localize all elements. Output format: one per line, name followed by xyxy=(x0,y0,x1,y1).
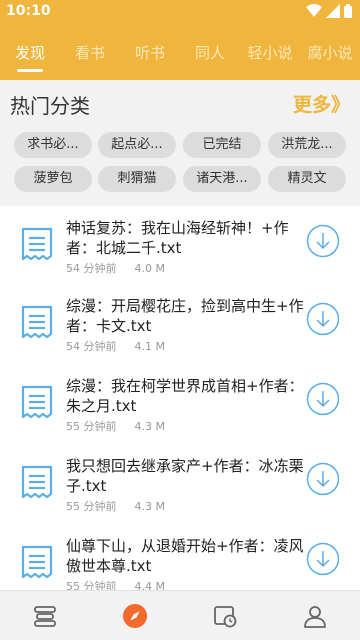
nav-discover[interactable] xyxy=(90,591,180,640)
file-meta: 55 分钟前 4.3 M xyxy=(66,498,183,514)
tab-read[interactable]: 看书 xyxy=(60,24,120,80)
category-chip[interactable]: 刺猬猫 xyxy=(98,166,176,192)
document-icon xyxy=(21,465,53,499)
file-size: 4.4 M xyxy=(134,580,165,590)
document-icon xyxy=(21,227,53,261)
file-time: 55 分钟前 xyxy=(66,500,117,513)
status-icons xyxy=(306,4,352,18)
download-icon[interactable] xyxy=(306,302,340,336)
tab-listen[interactable]: 听书 xyxy=(120,24,180,80)
tab-discover[interactable]: 发现 xyxy=(0,24,60,80)
section-title: 热门分类 xyxy=(10,94,90,118)
list-item[interactable]: 仙尊下山，从退婚开始+作者：凌风傲世本尊.txt 55 分钟前 4.4 M xyxy=(0,524,360,590)
category-chip[interactable]: 起点必... xyxy=(98,132,176,158)
file-size: 4.3 M xyxy=(134,500,165,513)
signal-icon xyxy=(326,4,340,18)
more-button[interactable]: 更多》 xyxy=(293,90,350,117)
nav-bookshelf[interactable] xyxy=(0,591,90,640)
top-tab-bar: 发现 看书 听书 同人 轻小说 腐小说 xyxy=(0,24,360,80)
file-title: 我只想回去继承家产+作者：冰冻栗子.txt xyxy=(66,457,304,495)
list-item[interactable]: 神话复苏：我在山海经斩神！+作者：北城二千.txt 54 分钟前 4.0 M xyxy=(0,206,360,286)
file-title: 综漫：我在柯学世界成首相+作者：朱之月.txt xyxy=(66,377,304,415)
file-meta: 55 分钟前 4.4 M xyxy=(66,578,183,590)
compass-icon xyxy=(123,603,147,628)
history-icon xyxy=(214,605,237,627)
file-meta: 54 分钟前 4.1 M xyxy=(66,338,183,354)
download-icon[interactable] xyxy=(306,462,340,496)
file-title: 仙尊下山，从退婚开始+作者：凌风傲世本尊.txt xyxy=(66,537,304,575)
tab-light-novel[interactable]: 轻小说 xyxy=(240,24,300,80)
status-bar: 10:10 xyxy=(0,0,360,24)
category-chip[interactable]: 洪荒龙... xyxy=(268,132,346,158)
list-item[interactable]: 综漫：我在柯学世界成首相+作者：朱之月.txt 55 分钟前 4.3 M xyxy=(0,364,360,444)
file-list: 神话复苏：我在山海经斩神！+作者：北城二千.txt 54 分钟前 4.0 M 综漫… xyxy=(0,206,360,590)
tab-bl-novel[interactable]: 腐小说 xyxy=(300,24,360,80)
file-meta: 54 分钟前 4.0 M xyxy=(66,260,183,276)
nav-profile[interactable] xyxy=(270,591,360,640)
document-icon xyxy=(21,305,53,339)
file-meta: 55 分钟前 4.3 M xyxy=(66,418,183,434)
tab-fanfic[interactable]: 同人 xyxy=(180,24,240,80)
bottom-nav xyxy=(0,590,360,640)
category-chip[interactable]: 已完结 xyxy=(183,132,261,158)
hot-categories-section: 热门分类 更多》 求书必... 起点必... 已完结 洪荒龙... 菠萝包 刺猬… xyxy=(0,80,360,200)
download-icon[interactable] xyxy=(306,224,340,258)
document-icon xyxy=(21,545,53,579)
category-chip[interactable]: 菠萝包 xyxy=(14,166,92,192)
file-size: 4.0 M xyxy=(134,262,165,275)
category-chip[interactable]: 诸天港... xyxy=(183,166,261,192)
category-chip[interactable]: 求书必... xyxy=(14,132,92,158)
file-time: 55 分钟前 xyxy=(66,420,117,433)
file-title: 神话复苏：我在山海经斩神！+作者：北城二千.txt xyxy=(66,219,289,257)
user-icon xyxy=(304,605,326,628)
bookshelf-icon xyxy=(34,605,56,627)
status-time: 10:10 xyxy=(6,3,51,19)
download-icon[interactable] xyxy=(306,382,340,416)
file-size: 4.1 M xyxy=(134,340,165,353)
nav-history[interactable] xyxy=(180,591,270,640)
list-item[interactable]: 我只想回去继承家产+作者：冰冻栗子.txt 55 分钟前 4.3 M xyxy=(0,444,360,524)
wifi-icon xyxy=(306,4,322,17)
file-time: 54 分钟前 xyxy=(66,340,117,353)
document-icon xyxy=(21,385,53,419)
download-icon[interactable] xyxy=(306,542,340,576)
category-chip[interactable]: 精灵文 xyxy=(268,166,346,192)
file-time: 54 分钟前 xyxy=(66,262,117,275)
battery-icon xyxy=(344,4,352,18)
file-size: 4.3 M xyxy=(134,420,165,433)
list-item[interactable]: 综漫：开局樱花庄，捡到高中生+作者：卡文.txt 54 分钟前 4.1 M xyxy=(0,284,360,364)
file-time: 55 分钟前 xyxy=(66,580,117,590)
file-title: 综漫：开局樱花庄，捡到高中生+作者：卡文.txt xyxy=(66,297,304,335)
